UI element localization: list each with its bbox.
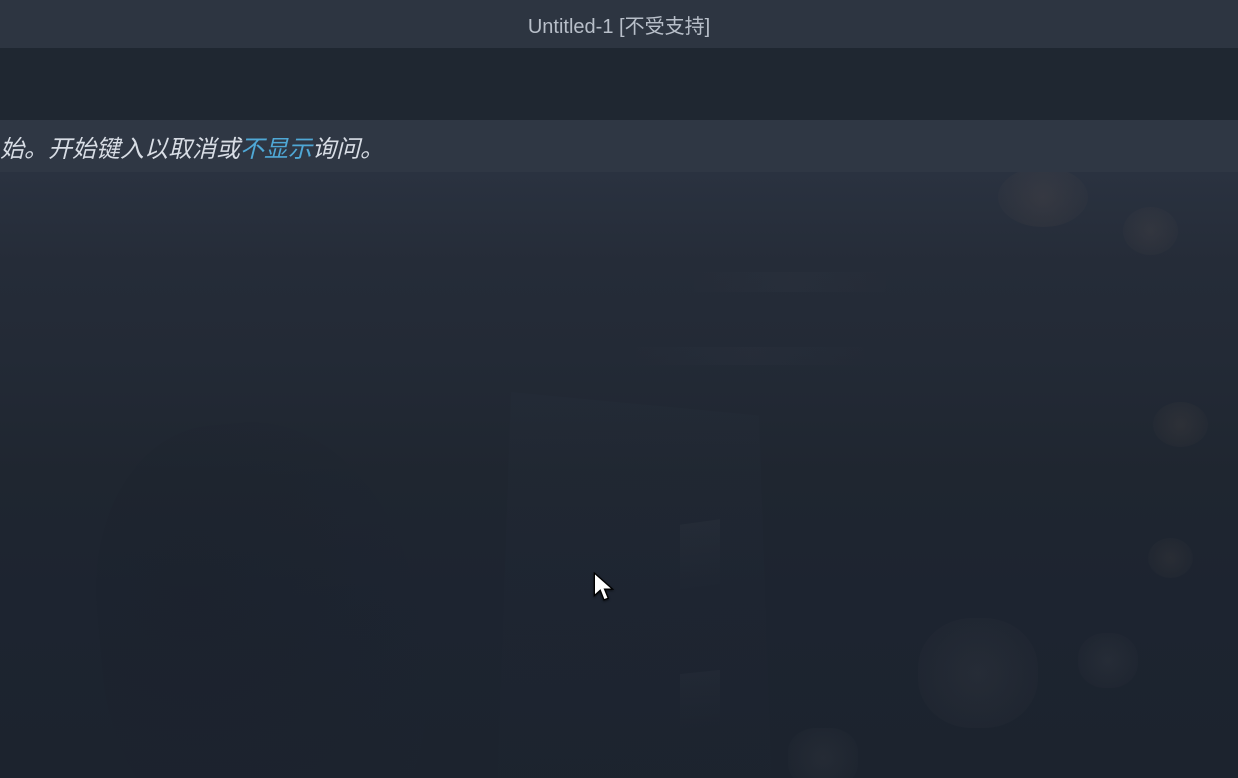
background-artifact xyxy=(680,272,900,292)
background-artifact xyxy=(480,392,790,778)
background-artifact xyxy=(1148,538,1193,578)
background-artifact xyxy=(1123,207,1178,255)
prompt-text-suffix: 询问。 xyxy=(312,129,384,164)
mouse-cursor-icon xyxy=(593,572,615,602)
background-artifact xyxy=(680,519,720,595)
background-artifact xyxy=(1153,402,1208,447)
background-artifact xyxy=(620,347,880,365)
background-artifact xyxy=(998,172,1088,227)
title-bar[interactable]: Untitled-1 [不受支持] xyxy=(0,0,1238,48)
background-artifact xyxy=(82,409,438,778)
editor-window: Untitled-1 [不受支持] 始。开始键入以取消或 不显示 询问。 xyxy=(0,0,1238,778)
background-artifact xyxy=(788,728,858,778)
background-artifact xyxy=(1078,633,1138,688)
editor-prompt-bar[interactable]: 始。开始键入以取消或 不显示 询问。 xyxy=(0,120,1238,172)
background-artifact xyxy=(680,670,720,734)
prompt-text-prefix: 始。开始键入以取消或 xyxy=(0,129,240,164)
editor-content-area[interactable] xyxy=(0,172,1238,778)
background-artifact xyxy=(918,618,1038,728)
dont-show-link[interactable]: 不显示 xyxy=(240,129,312,164)
tab-bar xyxy=(0,48,1238,120)
window-title: Untitled-1 [不受支持] xyxy=(528,10,710,39)
